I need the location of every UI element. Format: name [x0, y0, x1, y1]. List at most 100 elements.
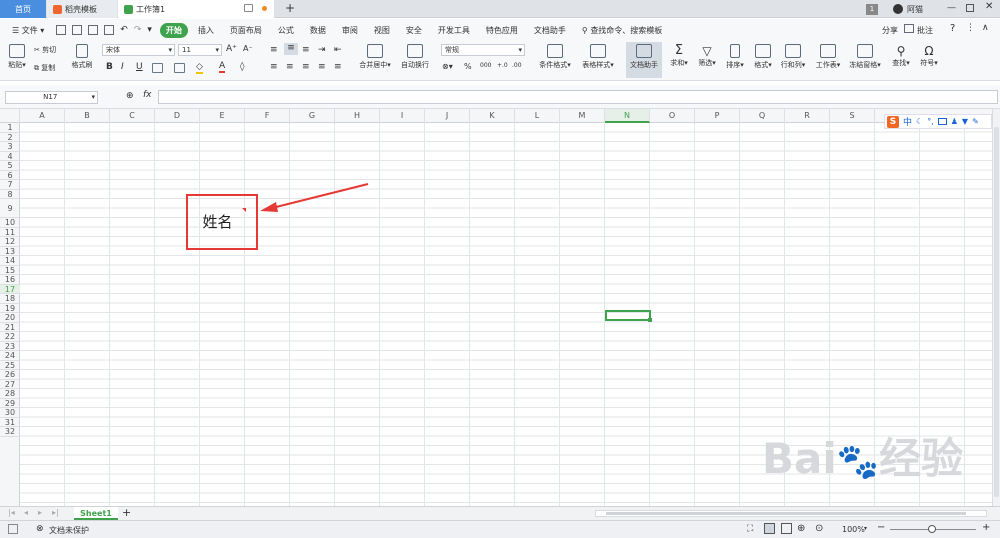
align-bottom-icon[interactable]: ≡	[302, 45, 310, 55]
new-tab-button[interactable]: +	[285, 1, 295, 15]
column-header[interactable]: O	[650, 109, 695, 123]
percent-icon[interactable]: %	[464, 62, 472, 71]
menu-review[interactable]: 审阅	[336, 23, 364, 38]
align-top-icon[interactable]: ≡	[270, 45, 278, 55]
window-count-badge[interactable]: 1	[866, 4, 878, 15]
freeze-panes-button[interactable]: 冻结窗格▾	[848, 44, 882, 70]
border-icon[interactable]	[152, 63, 163, 73]
status-page-icon[interactable]	[8, 524, 18, 534]
fill-handle[interactable]	[648, 318, 652, 322]
align-left-icon[interactable]: ≡	[270, 62, 278, 72]
wrench-icon[interactable]: ✎	[972, 117, 979, 126]
column-header[interactable]: R	[785, 109, 830, 123]
row-header[interactable]: 16	[0, 275, 20, 285]
column-header[interactable]: C	[110, 109, 155, 123]
column-header[interactable]: L	[515, 109, 560, 123]
selected-cell-n17[interactable]	[605, 310, 652, 322]
menu-home[interactable]: 开始	[159, 22, 188, 38]
row-header[interactable]: 29	[0, 399, 20, 408]
reading-mode-icon[interactable]: ⊙	[815, 523, 823, 534]
column-header[interactable]: S	[830, 109, 875, 123]
sum-button[interactable]: Σ 求和▾	[668, 44, 690, 68]
print-icon[interactable]	[88, 25, 99, 35]
h-scroll-thumb[interactable]	[606, 512, 966, 515]
ime-mode-label[interactable]: 中	[903, 115, 912, 128]
thousands-icon[interactable]: 000	[480, 62, 491, 69]
page-view-icon[interactable]	[781, 523, 792, 534]
format-painter-button[interactable]: 格式刷	[68, 44, 96, 70]
print-preview-icon[interactable]	[72, 25, 83, 35]
row-header[interactable]: 14	[0, 256, 20, 266]
fullscreen-icon[interactable]: ⛶	[747, 524, 753, 534]
formula-input[interactable]	[158, 90, 998, 104]
zoom-level[interactable]: 100%	[842, 525, 865, 534]
redo-icon[interactable]: ↷	[134, 25, 142, 35]
menu-doc-helper[interactable]: 文档助手	[528, 23, 572, 38]
italic-icon[interactable]: I	[121, 62, 124, 72]
align-middle-icon[interactable]: ≡	[284, 43, 298, 55]
bold-icon[interactable]: B	[106, 62, 113, 72]
menu-data[interactable]: 数据	[304, 23, 332, 38]
close-icon[interactable]: ✕	[985, 1, 993, 12]
help-button[interactable]: ?	[950, 23, 955, 34]
customize-arrow-icon[interactable]: ▾	[147, 25, 152, 35]
fill-pattern-icon[interactable]	[174, 63, 185, 73]
row-header[interactable]: 20	[0, 313, 20, 323]
horizontal-scrollbar[interactable]	[595, 510, 987, 517]
row-header[interactable]: 23	[0, 342, 20, 351]
half-width-icon[interactable]: ☾	[916, 117, 923, 126]
sort-button[interactable]: 排序▾	[724, 44, 746, 70]
font-size-select[interactable]: 11 ▾	[178, 44, 222, 56]
menu-insert[interactable]: 插入	[192, 23, 220, 38]
row-header[interactable]: 12	[0, 237, 20, 247]
row-header[interactable]: 13	[0, 247, 20, 256]
column-header[interactable]: E	[200, 109, 245, 123]
column-header[interactable]: P	[695, 109, 740, 123]
row-header[interactable]: 2	[0, 133, 20, 142]
insert-function-button[interactable]: fx	[143, 90, 152, 100]
copy-button[interactable]: ⧉ 复制	[34, 63, 55, 73]
number-format-select[interactable]: 常规 ▾	[441, 44, 525, 56]
column-header[interactable]: N	[605, 109, 650, 123]
zoom-formula-icon[interactable]: ⊕	[126, 91, 134, 101]
skin-icon[interactable]: ♟	[951, 117, 958, 126]
row-header[interactable]: 8	[0, 190, 20, 199]
conditional-format-button[interactable]: 条件格式▾	[537, 44, 573, 70]
row-header[interactable]: 31	[0, 418, 20, 427]
restore-icon[interactable]	[966, 4, 974, 12]
row-header[interactable]: 3	[0, 142, 20, 152]
sheet-tab-sheet1[interactable]: Sheet1	[74, 507, 118, 520]
row-header[interactable]: 30	[0, 408, 20, 418]
column-header[interactable]: K	[470, 109, 515, 123]
column-header[interactable]: G	[290, 109, 335, 123]
add-sheet-button[interactable]: +	[122, 506, 131, 519]
collapse-ribbon-icon[interactable]: ∧	[982, 23, 989, 33]
symbol-button[interactable]: Ω 符号▾	[918, 44, 940, 68]
row-header[interactable]: 27	[0, 380, 20, 389]
row-header[interactable]: 1	[0, 123, 20, 133]
menu-view[interactable]: 视图	[368, 23, 396, 38]
find-button[interactable]: ⚲ 查找▾	[890, 44, 912, 68]
zoom-slider[interactable]	[890, 525, 976, 533]
row-header[interactable]: 17	[0, 284, 20, 294]
column-header[interactable]: J	[425, 109, 470, 123]
menu-developer[interactable]: 开发工具	[432, 23, 476, 38]
menu-page-layout[interactable]: 页面布局	[224, 23, 268, 38]
table-style-button[interactable]: 表格样式▾	[580, 44, 616, 70]
column-header[interactable]: B	[65, 109, 110, 123]
currency-icon[interactable]: ⊗▾	[442, 62, 453, 71]
file-menu[interactable]: ☰ 文件 ▾	[6, 23, 50, 38]
filter-button[interactable]: ▽ 筛选▾	[696, 44, 718, 68]
normal-view-icon[interactable]	[764, 523, 775, 534]
command-search[interactable]: ⚲ 查找命令、搜索模板	[576, 23, 668, 38]
row-header[interactable]: 24	[0, 351, 20, 361]
row-header[interactable]: 7	[0, 180, 20, 190]
justify-icon[interactable]: ≡	[318, 62, 326, 72]
row-header[interactable]: 11	[0, 228, 20, 237]
save-icon[interactable]	[56, 25, 67, 35]
row-header[interactable]: 5	[0, 161, 20, 171]
underline-icon[interactable]: U	[136, 62, 143, 72]
row-header[interactable]: 9	[0, 199, 20, 218]
wrap-text-button[interactable]: 自动换行	[398, 44, 432, 70]
cell-grid[interactable]: 姓名 S 中 ☾ °, ♟ ▼ ✎ Bai🐾经验	[20, 114, 992, 506]
